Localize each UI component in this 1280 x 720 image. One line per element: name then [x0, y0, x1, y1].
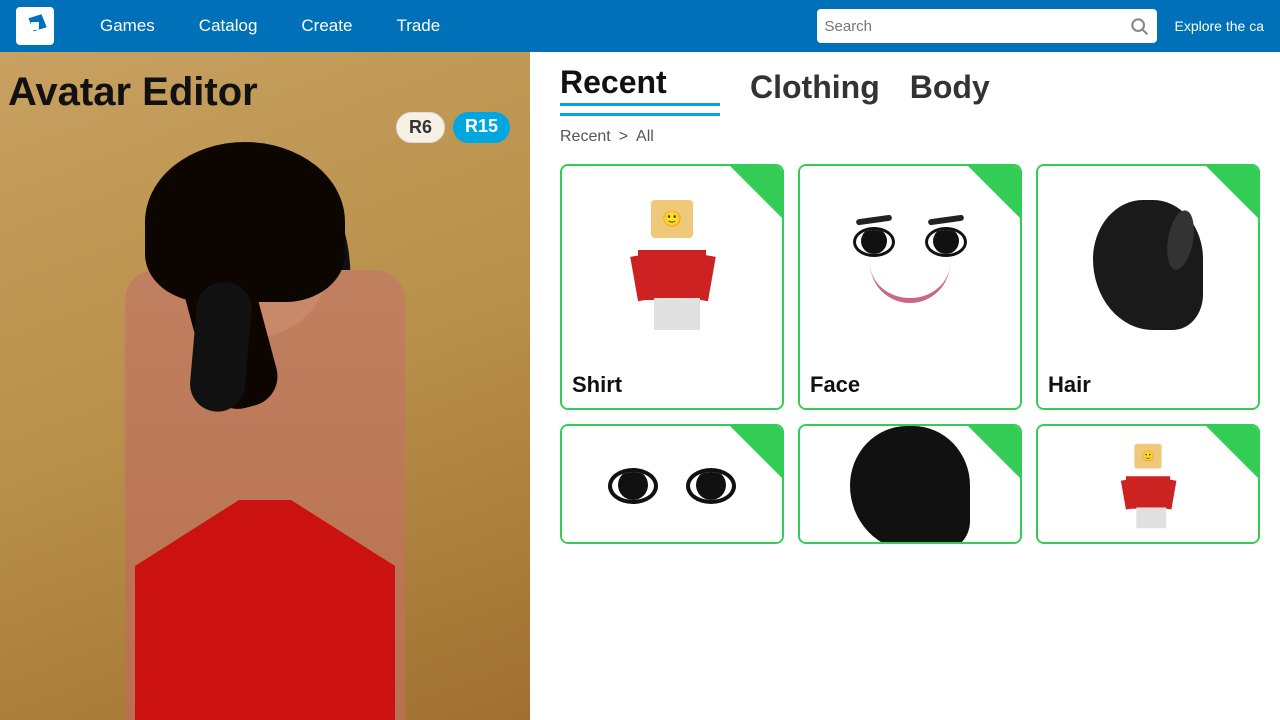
grid-item-shirt-label: Shirt — [562, 364, 782, 408]
nav-trade[interactable]: Trade — [374, 0, 462, 52]
roblox-leg-right — [674, 298, 700, 330]
grid-item-shirt2-image: 🙂 — [1038, 426, 1258, 544]
roblox-shirt-body2 — [1126, 476, 1170, 509]
left-panel: Avatar Editor R6 R15 — [0, 52, 530, 720]
eyes-illustration — [562, 426, 782, 544]
breadcrumb-separator: > — [619, 128, 628, 146]
hair2-shape — [850, 426, 970, 544]
avatar-photo-bg — [0, 52, 530, 720]
grid-item-eyes-image — [562, 426, 782, 544]
eyes-illus-pupil-right — [696, 470, 726, 500]
badge-r6[interactable]: R6 — [396, 112, 445, 143]
roblox-face2: 🙂 — [1142, 450, 1155, 463]
eyes-illus-pupil-left — [618, 470, 648, 500]
breadcrumb: Recent > All — [560, 128, 1260, 146]
nav-games[interactable]: Games — [78, 0, 177, 52]
pupil-right — [933, 228, 959, 254]
roblox-leg-right2 — [1149, 507, 1166, 528]
roblox-face: 🙂 — [662, 209, 682, 229]
grid-item-face-image — [800, 166, 1020, 364]
eye-white-left — [853, 227, 895, 257]
navbar: Games Catalog Create Trade Explore the c… — [0, 0, 1280, 52]
grid-item-face-label: Face — [800, 364, 1020, 408]
search-input[interactable] — [825, 18, 1129, 35]
roblox-character-shirt: 🙂 — [612, 200, 732, 330]
shirt2-roblox: 🙂 — [1109, 444, 1187, 529]
tabs-row: Recent Clothing Body — [560, 64, 1260, 114]
eyebrow-left — [856, 215, 892, 226]
roblox-head2: 🙂 — [1134, 444, 1161, 469]
eyes-illus-right — [686, 468, 736, 504]
grid-item-hair-label: Hair — [1038, 364, 1258, 408]
eyebrow-right — [928, 215, 964, 226]
grid-item-hair2-image — [800, 426, 1020, 544]
right-panel: Recent Clothing Body Recent > All — [530, 52, 1280, 720]
eye-white-right — [925, 227, 967, 257]
face-illustration — [800, 166, 1020, 364]
roblox-head: 🙂 — [651, 200, 693, 238]
page-title: Avatar Editor — [0, 52, 258, 125]
face-eyes — [853, 227, 967, 257]
explore-text: Explore the ca — [1175, 18, 1265, 34]
grid-item-eyes[interactable] — [560, 424, 784, 544]
face-eye-left — [853, 227, 895, 257]
search-bar — [817, 9, 1157, 43]
grid-item-shirt[interactable]: 🙂 Shirt — [560, 164, 784, 410]
tab-body[interactable]: Body — [910, 69, 990, 114]
breadcrumb-current: All — [636, 128, 654, 146]
grid-item-hair-image — [1038, 166, 1258, 364]
grid-item-hair2[interactable] — [798, 424, 1022, 544]
face-eye-right — [925, 227, 967, 257]
hair2-detail — [845, 424, 975, 544]
hair-main-shape — [1093, 200, 1203, 330]
breadcrumb-parent[interactable]: Recent — [560, 128, 611, 146]
grid-item-shirt2[interactable]: 🙂 — [1036, 424, 1260, 544]
nav-create[interactable]: Create — [279, 0, 374, 52]
avatar-badges: R6 R15 — [396, 112, 510, 143]
tab-clothing[interactable]: Clothing — [750, 69, 880, 114]
eyes-illus-left — [608, 468, 658, 504]
badge-r15[interactable]: R15 — [453, 112, 510, 143]
grid-item-hair[interactable]: Hair — [1036, 164, 1260, 410]
nav-catalog[interactable]: Catalog — [177, 0, 280, 52]
face-detail — [835, 205, 985, 325]
search-button[interactable] — [1129, 16, 1149, 36]
roblox-shirt-body — [638, 250, 706, 300]
main-content: Avatar Editor R6 R15 — [0, 52, 1280, 720]
shirt2-illustration: 🙂 — [1038, 426, 1258, 544]
hair-illustration — [1038, 166, 1258, 364]
grid-item-face[interactable]: Face — [798, 164, 1022, 410]
tab-recent[interactable]: Recent — [560, 64, 720, 114]
hair-detail — [1073, 195, 1223, 335]
items-grid: 🙂 Shirt — [560, 164, 1260, 544]
grid-item-shirt-image: 🙂 — [562, 166, 782, 364]
pupil-left — [861, 228, 887, 254]
hair2-illustration — [800, 426, 1020, 544]
face-smile — [870, 263, 950, 303]
eyes-detail — [597, 446, 747, 526]
hair-highlight — [1163, 208, 1198, 271]
shirt-illustration: 🙂 — [562, 166, 782, 364]
roblox-logo[interactable] — [16, 7, 54, 45]
roblox-character-shirt2: 🙂 — [1109, 444, 1187, 529]
